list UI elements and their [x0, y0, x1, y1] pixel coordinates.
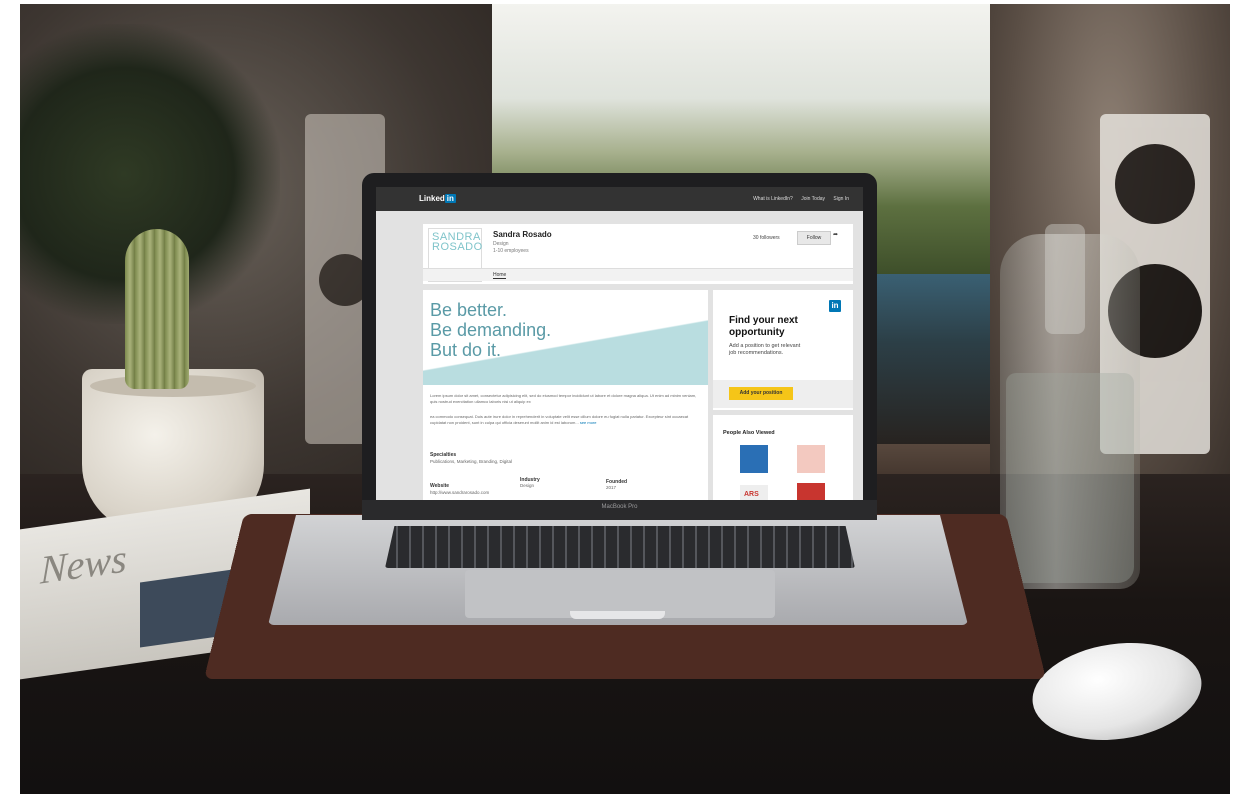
newspaper-title: News — [40, 535, 127, 593]
company-name[interactable]: Sandra Rosado — [493, 230, 552, 239]
company-avatar[interactable] — [797, 483, 825, 500]
laptop-notch — [570, 611, 665, 619]
laptop-screen: Linked in What is LinkedIn? Join Today Si… — [376, 187, 863, 500]
founded-value: 2017 — [606, 485, 617, 490]
linkedin-logo[interactable]: Linked in — [419, 194, 456, 203]
specialties-label: Specialties — [430, 452, 457, 458]
company-avatar[interactable] — [740, 445, 768, 473]
cactus — [125, 229, 189, 389]
company-industry: Design — [493, 241, 509, 247]
opportunity-title: Find your next opportunity — [729, 315, 798, 338]
linkedin-icon: in — [829, 300, 841, 312]
company-employees: 1-10 employees — [493, 248, 529, 254]
company-tabs: Home — [423, 268, 853, 281]
keyboard — [385, 526, 855, 568]
share-icon[interactable]: ➦ — [833, 231, 838, 238]
company-header: SANDRA ROSADO Sandra Rosado Design 1-10 e… — [423, 224, 853, 284]
nav-join-today[interactable]: Join Today — [801, 196, 825, 202]
banner-line-1: Be better. — [430, 300, 508, 320]
main-column: Be better. Be demanding. But do it. Lore… — [423, 290, 708, 500]
website-link[interactable]: http://www.sandrarosado.com — [430, 490, 489, 495]
add-position-button[interactable]: Add your position — [729, 387, 793, 400]
company-avatar[interactable]: ARS — [740, 485, 768, 500]
glass-bottle — [1000, 224, 1140, 589]
people-heading: People Also Viewed — [723, 430, 775, 436]
opportunity-description: Add a position to get relevant job recom… — [729, 343, 801, 356]
opportunity-card: in Find your next opportunity Add a posi… — [713, 290, 853, 410]
nav-sign-in[interactable]: Sign In — [833, 196, 849, 202]
about-paragraph-2: ea commodo consequat. Duis aute irure do… — [430, 414, 689, 425]
specialties-value: Publications, Marketing, Branding, Digit… — [430, 459, 513, 464]
follow-button[interactable]: Follow — [797, 231, 831, 245]
cover-banner: Be better. Be demanding. But do it. — [423, 290, 708, 385]
top-nav: What is LinkedIn? Join Today Sign In — [746, 196, 849, 202]
followers-count: 30 followers — [753, 235, 780, 241]
industry-value: Design — [520, 483, 535, 488]
see-more-link[interactable]: see more — [580, 420, 597, 425]
laptop-label: MacBook Pro — [601, 504, 638, 510]
company-avatar[interactable] — [797, 445, 825, 473]
people-also-viewed: People Also Viewed ARS — [713, 415, 853, 500]
website-label: Website — [430, 483, 450, 489]
banner-line-3: But do it. — [430, 340, 502, 360]
linkedin-top-bar: Linked in What is LinkedIn? Join Today Si… — [376, 187, 863, 211]
laptop-chin: MacBook Pro — [362, 500, 877, 520]
tab-home[interactable]: Home — [493, 272, 507, 279]
about-paragraph-1: Lorem ipsum dolor sit amet, consectetur … — [430, 393, 697, 404]
banner-line-2: Be demanding. — [430, 320, 552, 340]
nav-what-is-linkedin[interactable]: What is LinkedIn? — [753, 196, 793, 202]
